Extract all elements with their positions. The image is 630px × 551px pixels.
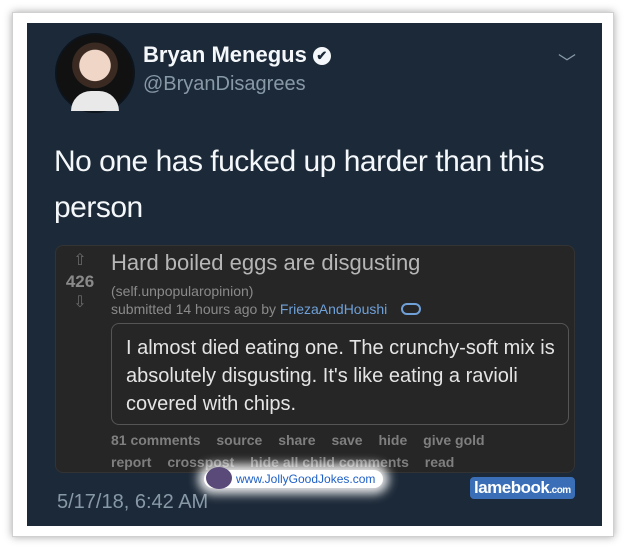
actions-row-1: 81 comments source share save hide give … bbox=[111, 429, 541, 451]
tweet-text: No one has fucked up harder than this pe… bbox=[54, 145, 545, 224]
display-name-text[interactable]: Bryan Menegus bbox=[143, 42, 307, 67]
watermark-logo-icon bbox=[206, 467, 232, 489]
avatar[interactable] bbox=[55, 33, 135, 113]
report-link[interactable]: report bbox=[111, 454, 151, 470]
hide-link[interactable]: hide bbox=[378, 432, 407, 448]
lamebook-text: lamebook bbox=[474, 478, 550, 497]
avatar-shirt bbox=[71, 91, 119, 111]
tweet-card: Bryan Menegus ✔ @BryanDisagrees ﹀ No one … bbox=[27, 23, 602, 526]
verified-icon: ✔ bbox=[312, 47, 331, 65]
submitted-prefix: submitted 14 hours ago by bbox=[111, 301, 276, 317]
give-gold-link[interactable]: give gold bbox=[423, 432, 484, 448]
author-link[interactable]: FriezaAndHoushi bbox=[280, 301, 387, 317]
tweet-timestamp[interactable]: 5/17/18, 6:42 AM bbox=[57, 491, 208, 514]
lamebook-watermark: lamebook.com bbox=[470, 477, 575, 499]
jolly-watermark-text: www.JollyGoodJokes.com bbox=[236, 472, 376, 486]
post-body: I almost died eating one. The crunchy-so… bbox=[111, 323, 569, 425]
source-link[interactable]: source bbox=[216, 432, 262, 448]
post-title[interactable]: Hard boiled eggs are disgusting bbox=[111, 250, 420, 276]
comments-link[interactable]: 81 comments bbox=[111, 432, 200, 448]
vote-box: ⇧ 426 ⇩ bbox=[60, 252, 100, 312]
link-icon bbox=[401, 303, 422, 315]
vote-score: 426 bbox=[65, 272, 95, 291]
user-handle[interactable]: @BryanDisagrees bbox=[143, 73, 306, 96]
upvote-icon[interactable]: ⇧ bbox=[60, 252, 100, 270]
post-actions: 81 comments source share save hide give … bbox=[111, 429, 541, 473]
chevron-down-icon[interactable]: ﹀ bbox=[558, 49, 576, 75]
display-name[interactable]: Bryan Menegus ✔ bbox=[143, 42, 331, 68]
share-link[interactable]: share bbox=[278, 432, 315, 448]
hide-child-comments-link[interactable]: hide all child comments bbox=[250, 454, 409, 470]
submission-info: submitted 14 hours ago by FriezaAndHoush… bbox=[111, 301, 422, 317]
subreddit-domain[interactable]: (self.unpopularopinion) bbox=[111, 283, 253, 299]
reddit-screenshot[interactable]: ⇧ 426 ⇩ Hard boiled eggs are disgusting … bbox=[55, 245, 575, 473]
downvote-icon[interactable]: ⇩ bbox=[60, 294, 100, 312]
save-link[interactable]: save bbox=[331, 432, 362, 448]
read-link[interactable]: read bbox=[425, 454, 455, 470]
lamebook-suffix: .com bbox=[549, 485, 571, 496]
jollygoodjokes-watermark: www.JollyGoodJokes.com bbox=[204, 467, 384, 489]
